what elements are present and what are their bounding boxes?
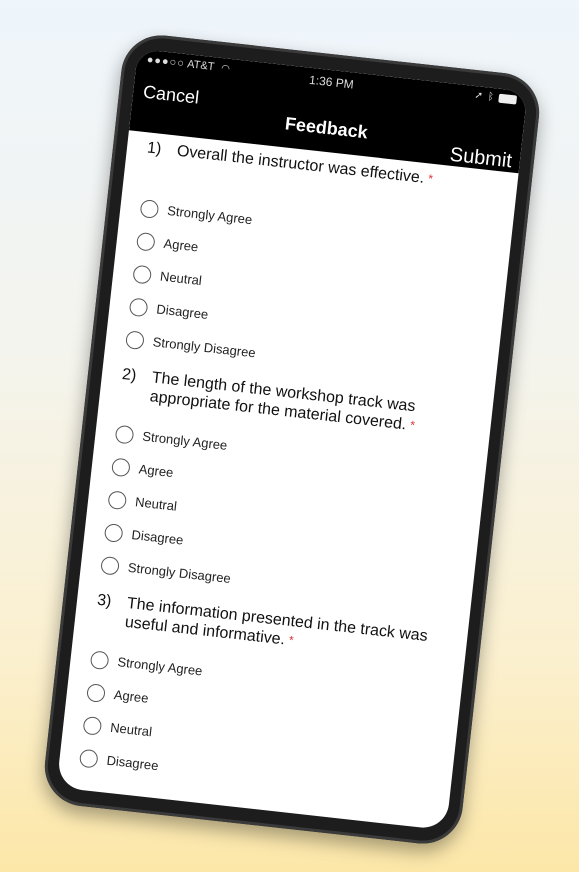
- radio-button-icon[interactable]: [132, 264, 153, 285]
- question-number: 3): [96, 591, 113, 611]
- phone-frame: ●●●○○ AT&T ◠ 1:36 PM ➚ ᛒ Cancel Feedback…: [40, 31, 544, 848]
- radio-option-label: Neutral: [134, 494, 178, 514]
- radio-option-label: Agree: [113, 687, 150, 706]
- radio-button-icon[interactable]: [82, 715, 103, 736]
- radio-group: Strongly Agree Agree Neutral Disagree: [78, 642, 452, 813]
- radio-button-icon[interactable]: [78, 748, 99, 769]
- question-3: 3) The information presented in the track…: [78, 591, 458, 814]
- question-number: 1): [146, 139, 163, 158]
- radio-option-label: Disagree: [130, 527, 185, 548]
- radio-option-label: Strongly Disagree: [152, 334, 257, 361]
- radio-option-label: Neutral: [159, 268, 203, 289]
- question-number: 2): [121, 366, 138, 385]
- radio-button-icon[interactable]: [139, 198, 160, 219]
- radio-button-icon[interactable]: [103, 522, 124, 543]
- radio-group: Strongly Agree Agree Neutral Disagree Strong…: [99, 417, 477, 621]
- feedback-form: 1) Overall the instructor was effective. *…: [58, 130, 518, 814]
- phone-screen: ●●●○○ AT&T ◠ 1:36 PM ➚ ᛒ Cancel Feedback…: [56, 48, 528, 831]
- radio-button-icon[interactable]: [125, 329, 145, 350]
- required-marker: *: [288, 632, 295, 648]
- radio-option-label: Strongly Agree: [166, 202, 253, 228]
- required-marker: *: [427, 171, 434, 186]
- radio-option-label: Agree: [138, 461, 175, 481]
- question-2: 2) The length of the workshop track was a…: [99, 365, 483, 620]
- radio-option-label: Strongly Disagree: [127, 559, 232, 587]
- bluetooth-icon: ᛒ: [487, 91, 495, 104]
- radio-option-label: Disagree: [105, 752, 160, 774]
- radio-button-icon[interactable]: [111, 456, 131, 477]
- radio-option-label: Neutral: [109, 719, 153, 740]
- radio-button-icon[interactable]: [86, 682, 106, 703]
- radio-option-label: Disagree: [155, 301, 210, 323]
- location-icon: ➚: [473, 89, 484, 102]
- radio-button-icon[interactable]: [107, 489, 128, 510]
- radio-option-label: Agree: [162, 235, 200, 255]
- question-1: 1) Overall the instructor was effective. *…: [124, 138, 508, 394]
- radio-button-icon[interactable]: [89, 649, 110, 670]
- radio-button-icon[interactable]: [100, 555, 121, 576]
- battery-icon: [498, 93, 518, 105]
- required-marker: *: [409, 417, 416, 433]
- radio-button-icon[interactable]: [128, 296, 149, 317]
- radio-option-label: Strongly Agree: [141, 428, 229, 453]
- radio-group: Strongly Agree Agree Neutral Disagree Strong…: [124, 191, 502, 395]
- radio-button-icon[interactable]: [135, 231, 156, 252]
- radio-button-icon[interactable]: [114, 424, 135, 445]
- radio-option-label: Strongly Agree: [116, 654, 204, 679]
